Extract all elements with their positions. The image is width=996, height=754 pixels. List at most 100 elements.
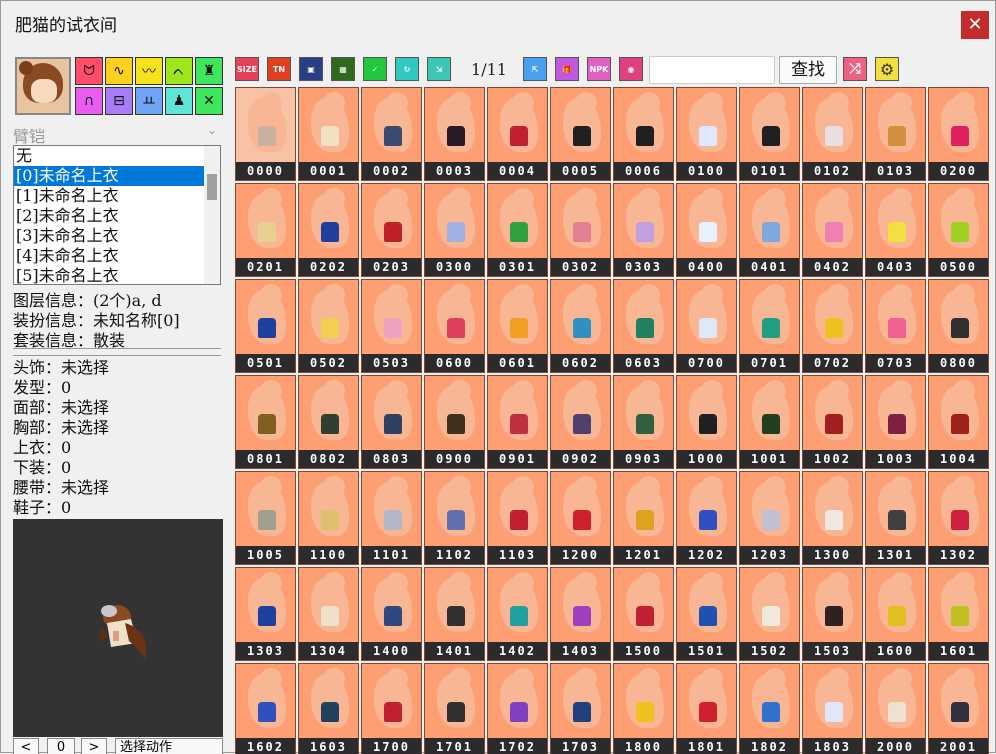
item-cell[interactable]: 0202 <box>298 183 359 277</box>
item-cell[interactable]: 1102 <box>424 471 485 565</box>
item-cell[interactable]: 1303 <box>235 567 296 661</box>
item-cell[interactable]: 0200 <box>928 87 989 181</box>
item-cell[interactable]: 0101 <box>739 87 800 181</box>
item-cell[interactable]: 1502 <box>739 567 800 661</box>
scrollbar-thumb[interactable] <box>207 174 217 200</box>
item-cell[interactable]: 0903 <box>613 375 674 469</box>
item-cell[interactable]: 1501 <box>676 567 737 661</box>
category-weapon-button[interactable]: ✕ <box>195 87 223 115</box>
category-wing-button[interactable]: ᨈ <box>165 57 193 85</box>
item-cell[interactable]: 0700 <box>676 279 737 373</box>
item-cell[interactable]: 2001 <box>928 663 989 754</box>
gift-button[interactable]: 🎁 <box>555 57 579 81</box>
find-button[interactable]: 查找 <box>779 56 837 84</box>
item-cell[interactable]: 0501 <box>235 279 296 373</box>
film-button[interactable]: ▦ <box>331 57 355 81</box>
item-cell[interactable]: 1100 <box>298 471 359 565</box>
item-cell[interactable]: 1101 <box>361 471 422 565</box>
search-input[interactable] <box>649 56 775 84</box>
item-cell[interactable]: 1201 <box>613 471 674 565</box>
item-cell[interactable]: 0902 <box>550 375 611 469</box>
item-cell[interactable]: 1200 <box>550 471 611 565</box>
item-cell[interactable]: 2000 <box>865 663 926 754</box>
item-cell[interactable]: 0703 <box>865 279 926 373</box>
item-list[interactable]: 无 [0]未命名上衣 [1]未命名上衣 [2]未命名上衣 [3]未命名上衣 [4]未命名上… <box>13 145 221 285</box>
item-cell[interactable]: 0006 <box>613 87 674 181</box>
item-cell[interactable]: 1402 <box>487 567 548 661</box>
item-cell[interactable]: 1603 <box>298 663 359 754</box>
item-cell[interactable]: 0203 <box>361 183 422 277</box>
category-belt-button[interactable]: ⊟ <box>105 87 133 115</box>
item-cell[interactable]: 1500 <box>613 567 674 661</box>
item-cell[interactable]: 1703 <box>550 663 611 754</box>
category-shoes-button[interactable]: ㅛ <box>135 87 163 115</box>
next-frame-button[interactable]: > <box>81 738 107 754</box>
item-cell[interactable]: 0402 <box>802 183 863 277</box>
item-cell[interactable]: 1203 <box>739 471 800 565</box>
close-button[interactable]: ✕ <box>961 11 989 39</box>
item-cell[interactable]: 0005 <box>550 87 611 181</box>
item-cell[interactable]: 0003 <box>424 87 485 181</box>
list-item[interactable]: [3]未命名上衣 <box>14 226 204 246</box>
item-cell[interactable]: 1302 <box>928 471 989 565</box>
item-cell[interactable]: 1004 <box>928 375 989 469</box>
item-cell[interactable]: 1800 <box>613 663 674 754</box>
item-cell[interactable]: 1702 <box>487 663 548 754</box>
item-cell[interactable]: 0602 <box>550 279 611 373</box>
item-cell[interactable]: 0800 <box>928 279 989 373</box>
avatar[interactable] <box>15 57 71 115</box>
item-cell[interactable]: 0000 <box>235 87 296 181</box>
action-select[interactable]: 选择动作 <box>115 738 223 754</box>
item-cell[interactable]: 0002 <box>361 87 422 181</box>
item-cell[interactable]: 0004 <box>487 87 548 181</box>
settings-button[interactable]: ⚙ <box>875 57 899 81</box>
item-cell[interactable]: 0600 <box>424 279 485 373</box>
item-cell[interactable]: 0900 <box>424 375 485 469</box>
item-cell[interactable]: 1003 <box>865 375 926 469</box>
item-cell[interactable]: 0801 <box>235 375 296 469</box>
tn-button[interactable]: TN <box>267 57 291 81</box>
import-button[interactable]: ⇱ <box>523 57 547 81</box>
item-cell[interactable]: 1803 <box>802 663 863 754</box>
item-cell[interactable]: 1301 <box>865 471 926 565</box>
item-cell[interactable]: 0400 <box>676 183 737 277</box>
item-cell[interactable]: 0302 <box>550 183 611 277</box>
shuffle-button[interactable]: ⤮ <box>843 57 867 81</box>
item-cell[interactable]: 0103 <box>865 87 926 181</box>
item-cell[interactable]: 1801 <box>676 663 737 754</box>
item-cell[interactable]: 1304 <box>298 567 359 661</box>
prev-frame-button[interactable]: < <box>13 738 39 754</box>
category-body-button[interactable]: ♟ <box>165 87 193 115</box>
item-cell[interactable]: 1001 <box>739 375 800 469</box>
item-cell[interactable]: 0300 <box>424 183 485 277</box>
item-cell[interactable]: 1005 <box>235 471 296 565</box>
item-cell[interactable]: 0303 <box>613 183 674 277</box>
size-button[interactable]: SIZE <box>235 57 259 81</box>
item-cell[interactable]: 1700 <box>361 663 422 754</box>
list-item[interactable]: [2]未命名上衣 <box>14 206 204 226</box>
frame-button[interactable]: ▣ <box>299 57 323 81</box>
item-cell[interactable]: 1602 <box>235 663 296 754</box>
list-item[interactable]: 无 <box>14 146 204 166</box>
item-cell[interactable]: 0401 <box>739 183 800 277</box>
item-cell[interactable]: 1300 <box>802 471 863 565</box>
category-crown-button[interactable]: ♜ <box>195 57 223 85</box>
item-cell[interactable]: 0001 <box>298 87 359 181</box>
item-cell[interactable]: 1503 <box>802 567 863 661</box>
item-cell[interactable]: 0601 <box>487 279 548 373</box>
item-cell[interactable]: 1000 <box>676 375 737 469</box>
item-cell[interactable]: 0802 <box>298 375 359 469</box>
category-pants-button[interactable]: ∩ <box>75 87 103 115</box>
category-hair-button[interactable]: ∿ <box>105 57 133 85</box>
slot-select[interactable]: 臂铠 ⌄ <box>13 123 221 146</box>
export-button[interactable]: ⇲ <box>427 57 451 81</box>
item-cell[interactable]: 1400 <box>361 567 422 661</box>
item-cell[interactable]: 1401 <box>424 567 485 661</box>
shirt-button[interactable]: ✓ <box>363 57 387 81</box>
list-item[interactable]: [0]未命名上衣 <box>14 166 204 186</box>
item-cell[interactable]: 1403 <box>550 567 611 661</box>
item-cell[interactable]: 0803 <box>361 375 422 469</box>
item-cell[interactable]: 0603 <box>613 279 674 373</box>
item-cell[interactable]: 0100 <box>676 87 737 181</box>
globe-button[interactable]: ◉ <box>619 57 643 81</box>
